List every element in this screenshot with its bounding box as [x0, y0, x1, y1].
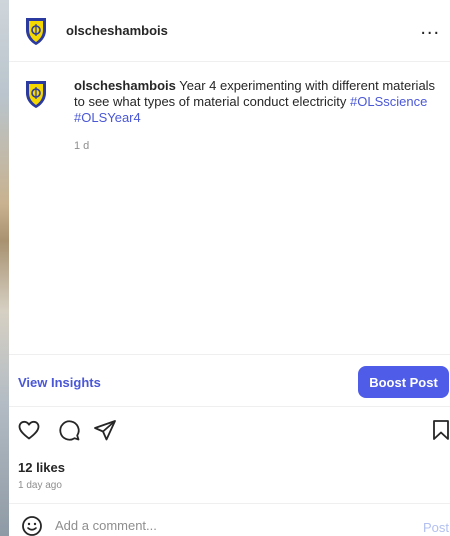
background-photo-strip — [0, 0, 9, 536]
likes-count[interactable]: 12 likes — [18, 460, 65, 475]
post-comment-button[interactable]: Post — [423, 520, 449, 535]
school-crest-icon[interactable] — [20, 78, 52, 110]
paper-plane-icon[interactable] — [93, 418, 117, 442]
hashtag-link[interactable]: #OLSYear4 — [74, 110, 141, 125]
comment-bar: Post — [9, 503, 450, 536]
post-timestamp: 1 day ago — [18, 480, 62, 491]
boost-post-button[interactable]: Boost Post — [358, 366, 449, 398]
hashtag-link[interactable]: #OLSscience — [350, 94, 427, 109]
smiley-icon[interactable] — [21, 515, 43, 536]
heart-icon[interactable] — [17, 418, 41, 442]
caption-body: olscheshambois Year 4 experimenting with… — [74, 78, 440, 154]
post-panel: olscheshambois ... olscheshambois Year 4… — [9, 0, 450, 536]
comment-bubble-icon[interactable] — [57, 418, 81, 442]
action-bar — [9, 418, 450, 448]
post-header: olscheshambois ... — [9, 0, 450, 62]
bookmark-icon[interactable] — [429, 418, 450, 442]
insights-bar: View Insights Boost Post — [9, 354, 450, 407]
ellipsis-icon[interactable]: ... — [420, 18, 440, 38]
caption: olscheshambois Year 4 experimenting with… — [20, 78, 440, 154]
username[interactable]: olscheshambois — [66, 23, 168, 38]
school-crest-icon[interactable] — [20, 14, 52, 47]
caption-username[interactable]: olscheshambois — [74, 78, 176, 93]
caption-timestamp: 1 d — [74, 140, 90, 152]
view-insights-link[interactable]: View Insights — [18, 375, 101, 390]
comment-input[interactable] — [55, 518, 355, 533]
